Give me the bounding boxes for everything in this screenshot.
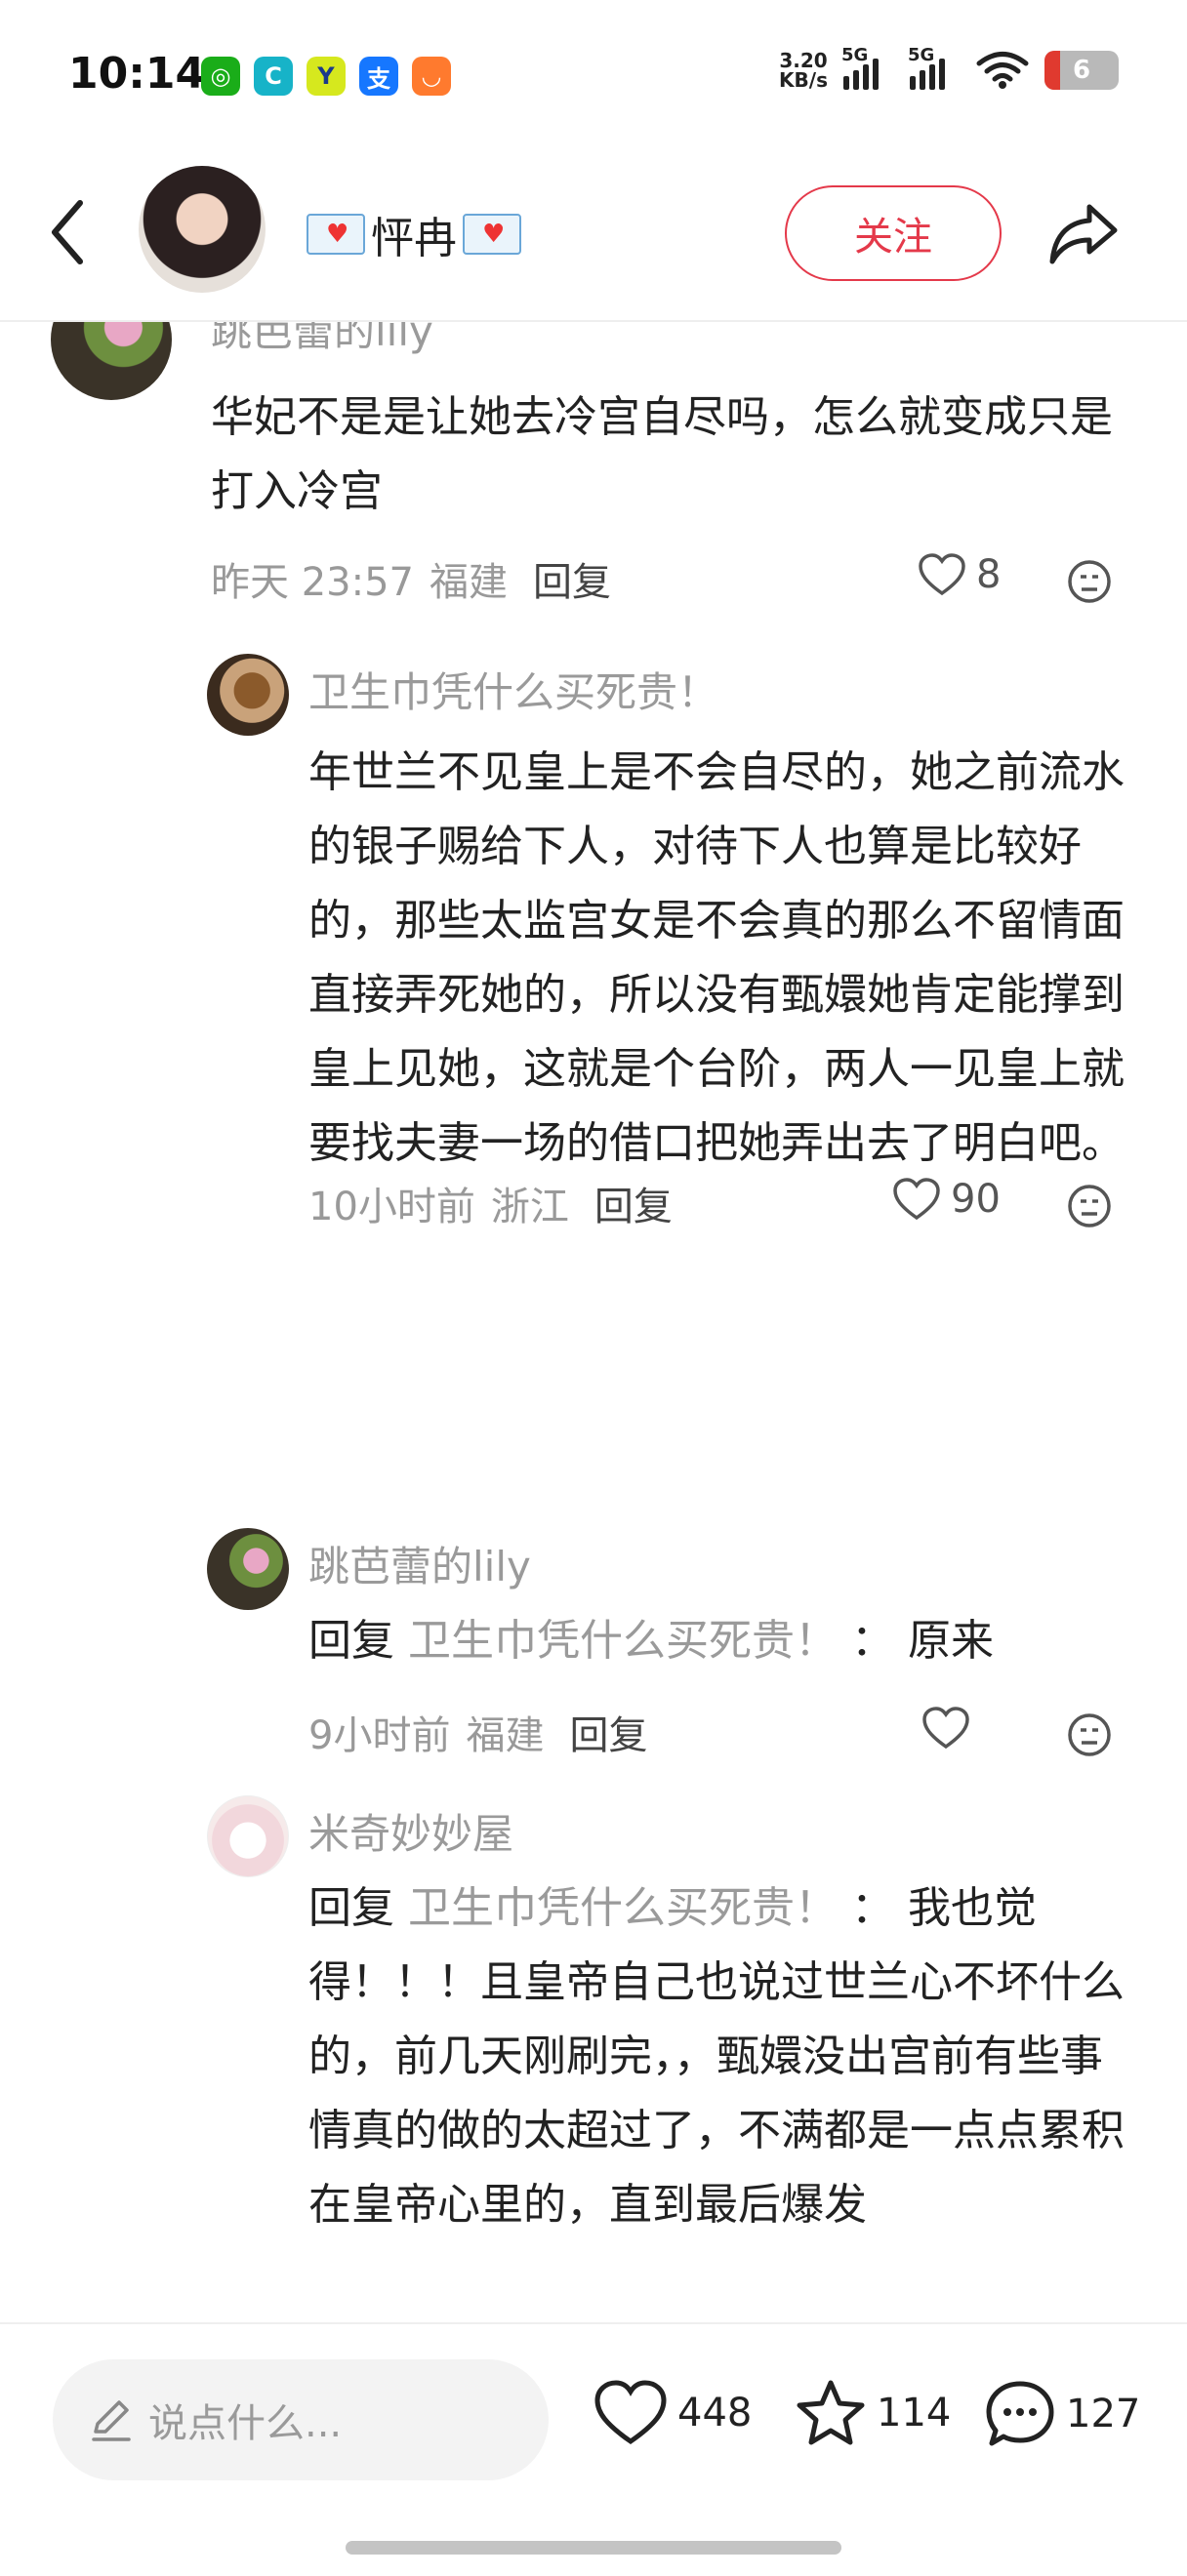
comment-item: 跳芭蕾的lily 回复 卫生巾凭什么买死贵！ ： 原来 9小时前 福建 回复: [0, 1522, 1187, 1758]
commenter-name[interactable]: 跳芭蕾的lily: [308, 1534, 531, 1593]
heart-icon: [893, 1178, 940, 1221]
status-time: 10:14: [68, 49, 206, 99]
author-avatar[interactable]: [139, 166, 266, 293]
comment-time: 10小时前: [308, 1185, 475, 1229]
dislike-face-icon[interactable]: [1066, 1183, 1113, 1229]
reply-content: 我也觉得！！！且皇帝自己也说过世兰心不坏什么的，前几天刚刷完，，甄嬛没出宫前有些…: [308, 1883, 1125, 2230]
comment-text: 年世兰不见皇上是不会自尽的，她之前流水的银子赐给下人，对待下人也算是比较好的，那…: [308, 747, 1125, 1168]
comment-button[interactable]: 127: [984, 2379, 1140, 2449]
net-speed: 3.20 KB/s: [779, 49, 828, 92]
battery-icon: 6: [1044, 51, 1119, 90]
status-bar: 10:14 ◎ C Y 支 ◡ 3.20 KB/s 5G 5G 6: [0, 0, 1187, 146]
reply-button[interactable]: 回复: [569, 1704, 647, 1760]
dislike-face-icon[interactable]: [1066, 558, 1113, 605]
comment-location: 福建: [430, 560, 508, 605]
fox-app-icon: ◡: [412, 57, 451, 96]
pencil-icon: [92, 2400, 131, 2441]
system-icons: 3.20 KB/s 5G 5G 6: [779, 45, 1119, 92]
reply-content: 原来: [908, 1616, 994, 1666]
profile-header: 怦冉 关注: [0, 146, 1187, 322]
wechat-icon: ◎: [201, 57, 240, 96]
like-button[interactable]: [921, 1706, 970, 1751]
star-icon: [797, 2380, 865, 2445]
comment-input[interactable]: 说点什么...: [53, 2359, 549, 2480]
follow-button[interactable]: 关注: [785, 185, 1002, 281]
reply-target-name[interactable]: 卫生巾凭什么买死贵！: [408, 1616, 838, 1666]
author-name-text: 怦冉: [371, 214, 457, 263]
like-count: 90: [951, 1177, 1001, 1222]
comment-item: 跳芭蕾的lily 华妃不是是让她去冷宫自尽吗，怎么就变成只是打入冷宫 昨天 23…: [0, 312, 1187, 624]
reply-target-name[interactable]: 卫生巾凭什么买死贵！: [408, 1883, 838, 1933]
like-post-button[interactable]: 448: [594, 2379, 752, 2447]
commenter-avatar[interactable]: [207, 1528, 289, 1610]
like-count: 8: [976, 552, 1002, 597]
reply-prefix: 回复: [308, 1616, 394, 1666]
comment-total: 127: [1066, 2392, 1141, 2436]
comment-list: 跳芭蕾的lily 华妃不是是让她去冷宫自尽吗，怎么就变成只是打入冷宫 昨天 23…: [0, 312, 1187, 2322]
commenter-name[interactable]: 米奇妙妙屋: [308, 1801, 513, 1861]
signal-icon-2: 5G: [908, 45, 961, 90]
comment-text: 回复 卫生巾凭什么买死贵！ ： 我也觉得！！！且皇帝自己也说过世兰心不坏什么的，…: [308, 1872, 1128, 2242]
reply-prefix: 回复: [308, 1883, 394, 1933]
share-icon[interactable]: [1044, 195, 1123, 273]
comment-location: 浙江: [490, 1185, 569, 1229]
comment-item: 卫生巾凭什么买死贵！ 年世兰不见皇上是不会自尽的，她之前流水的银子赐给下人，对待…: [0, 644, 1187, 1229]
comment-bubble-icon: [986, 2381, 1054, 2446]
favorite-button[interactable]: 114: [795, 2379, 951, 2447]
comment-item: 米奇妙妙屋 回复 卫生巾凭什么买死贵！ ： 我也觉得！！！且皇帝自己也说过世兰心…: [0, 1795, 1187, 2322]
alipay-icon: 支: [359, 57, 398, 96]
commenter-name[interactable]: 卫生巾凭什么买死贵！: [308, 660, 718, 719]
back-arrow-icon[interactable]: [41, 193, 100, 271]
feishu-icon: Y: [307, 57, 346, 96]
browser-icon: C: [254, 57, 293, 96]
comment-meta: 10小时前 浙江 回复: [308, 1175, 673, 1231]
commenter-avatar[interactable]: [207, 1795, 289, 1877]
heart-icon: [919, 553, 965, 596]
notification-icons: ◎ C Y 支 ◡: [201, 57, 451, 96]
signal-icon: 5G: [841, 45, 894, 90]
heart-icon: [594, 2380, 667, 2445]
reply-button[interactable]: 回复: [594, 1175, 673, 1231]
commenter-avatar[interactable]: [207, 654, 289, 736]
like-total: 448: [677, 2391, 753, 2435]
wifi-icon: [976, 52, 1029, 89]
heart-icon: [922, 1707, 969, 1750]
home-indicator[interactable]: [346, 2541, 841, 2555]
commenter-avatar[interactable]: [51, 312, 172, 400]
like-button[interactable]: 8: [918, 552, 1001, 597]
reply-separator: ：: [851, 1883, 894, 1933]
comment-text: 华妃不是是让她去冷宫自尽吗，怎么就变成只是打入冷宫: [211, 392, 1113, 516]
comment-input-placeholder: 说点什么...: [148, 2401, 343, 2446]
reply-separator: ：: [851, 1616, 894, 1666]
comment-text: 回复 卫生巾凭什么买死贵！ ： 原来: [308, 1604, 1128, 1678]
like-button[interactable]: 90: [892, 1177, 1001, 1222]
bottom-action-bar: 说点什么... 448 114 127: [0, 2322, 1187, 2576]
comment-meta: 9小时前 福建 回复: [308, 1704, 647, 1760]
comment-time: 9小时前: [308, 1713, 451, 1758]
author-name[interactable]: 怦冉: [307, 203, 521, 265]
envelope-heart-icon: [307, 214, 365, 255]
reply-button[interactable]: 回复: [533, 550, 611, 607]
dislike-face-icon[interactable]: [1066, 1711, 1113, 1758]
comment-time: 昨天 23:57: [211, 560, 414, 605]
comment-location: 福建: [466, 1713, 545, 1758]
comment-meta: 昨天 23:57 福建 回复: [211, 550, 611, 607]
favorite-total: 114: [877, 2391, 952, 2435]
envelope-heart-icon: [463, 214, 521, 255]
